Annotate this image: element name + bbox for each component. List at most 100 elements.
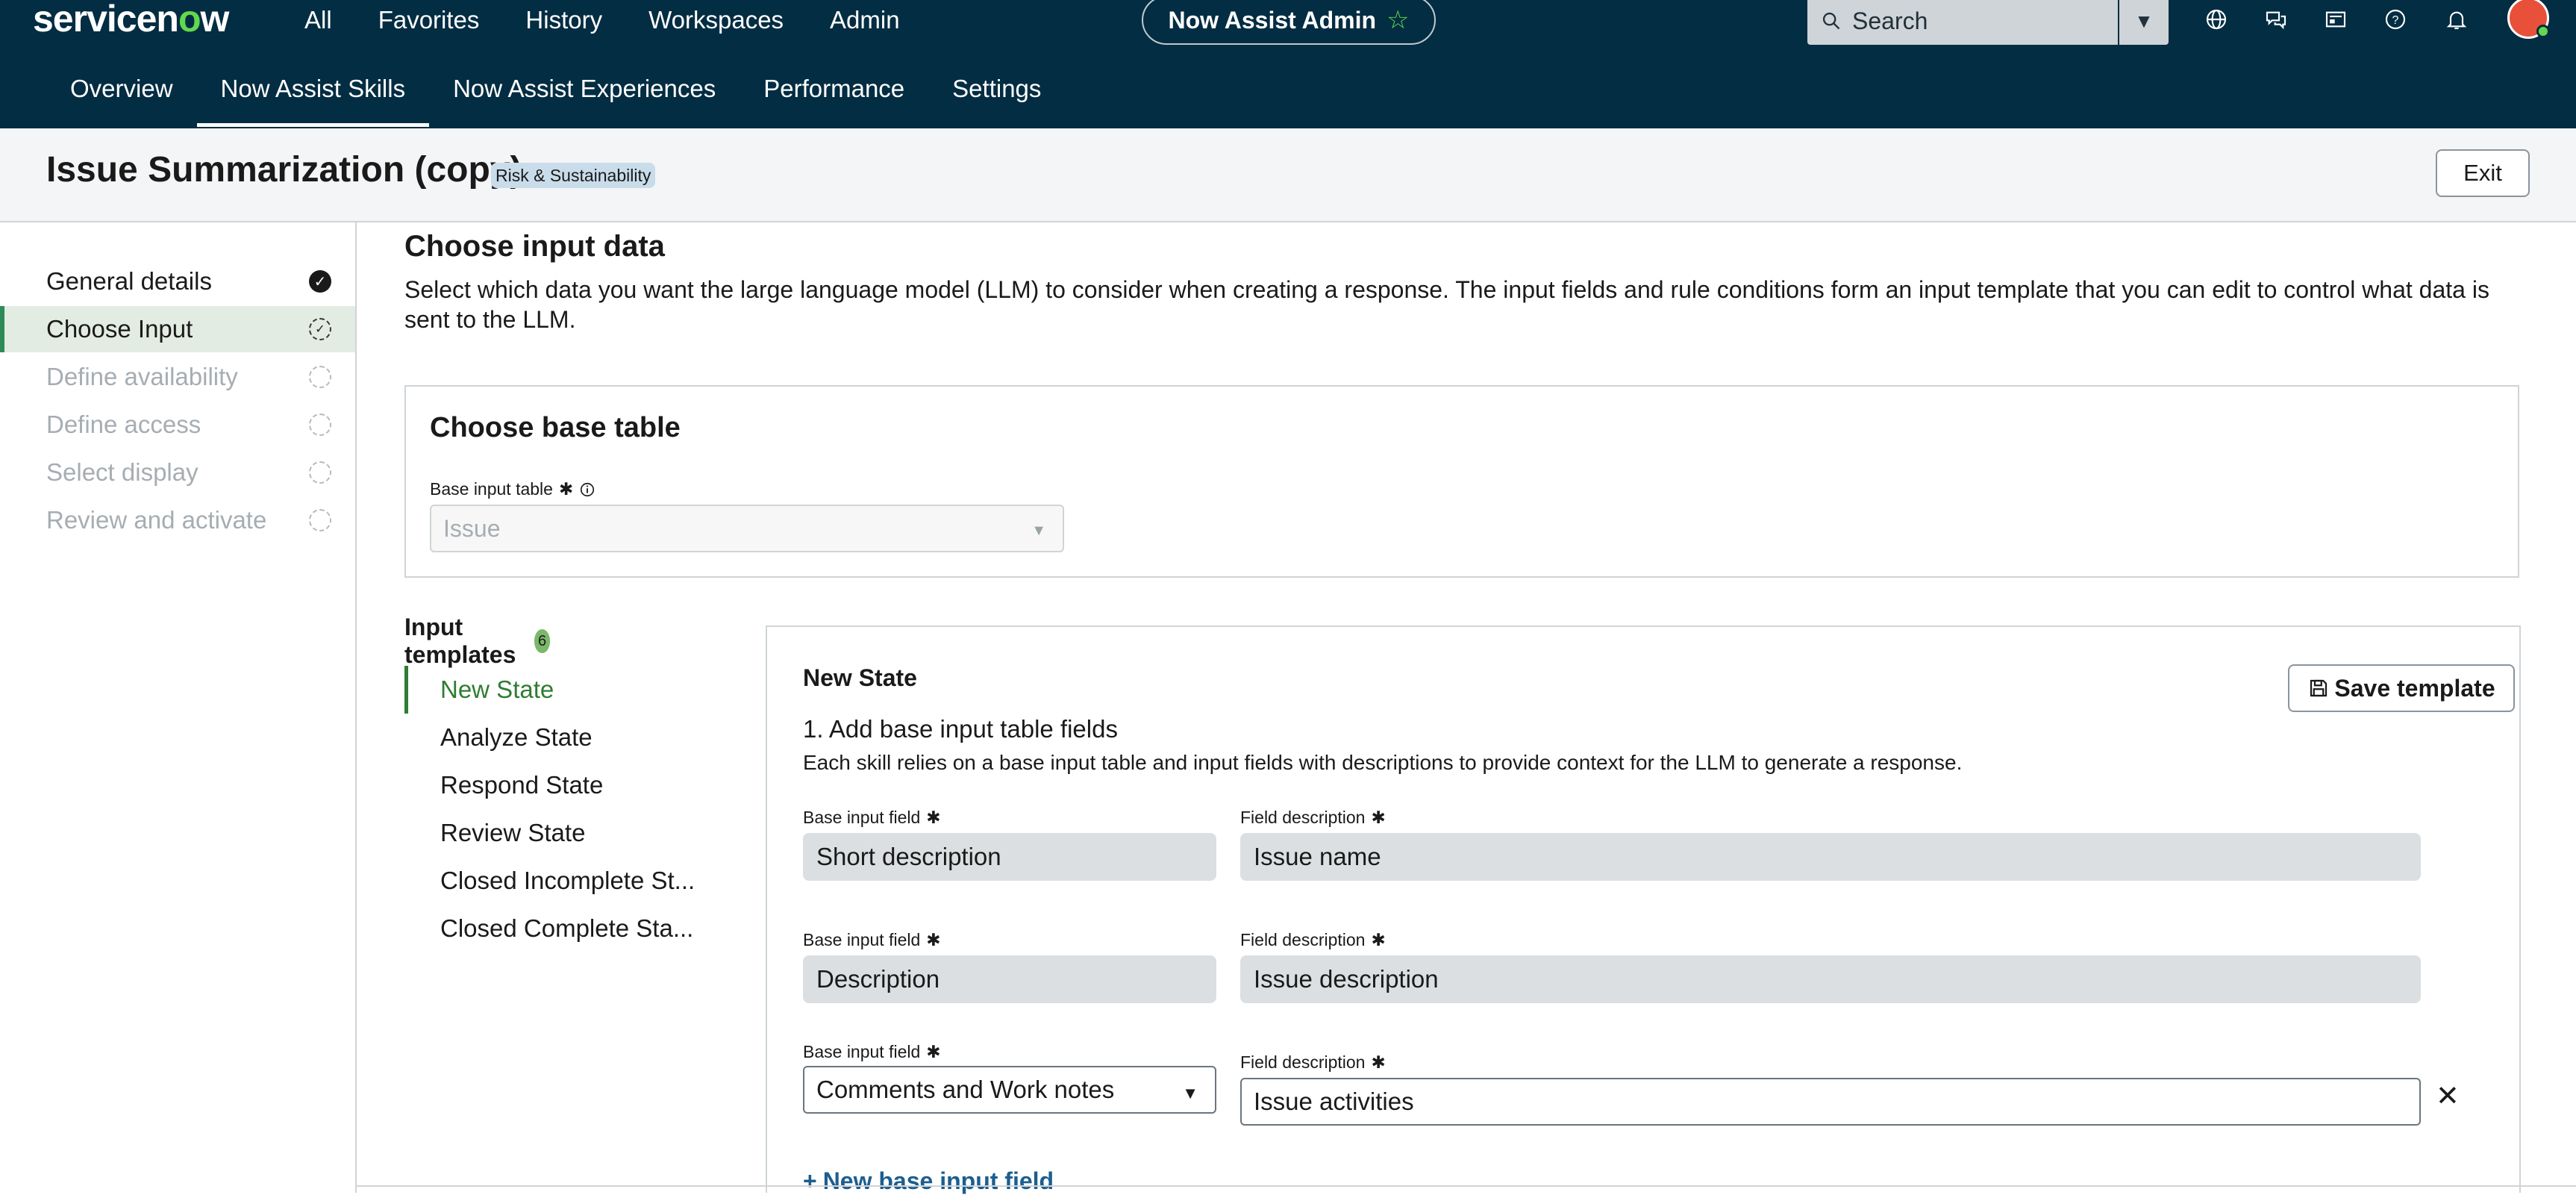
field-description-label: Field description ✱ bbox=[1240, 930, 1386, 949]
save-icon bbox=[2310, 679, 2328, 697]
page-header: Issue Summarization (copy) Risk & Sustai… bbox=[0, 128, 2576, 222]
required-icon: ✱ bbox=[926, 1042, 941, 1061]
help-icon[interactable]: ? bbox=[2380, 4, 2410, 34]
pending-icon bbox=[309, 414, 331, 436]
news-icon[interactable] bbox=[2321, 4, 2351, 34]
base-input-field-value: Comments and Work notes bbox=[816, 1076, 1115, 1103]
step-define-availability: Define availability bbox=[0, 354, 355, 400]
wizard-steps-sidebar: General details ✓ Choose Input ✓ Define … bbox=[0, 222, 357, 1193]
svg-text:?: ? bbox=[2392, 14, 2399, 27]
required-icon: ✱ bbox=[1371, 930, 1386, 949]
step-label: Select display bbox=[46, 458, 198, 486]
base-table-select: Issue ▼ bbox=[430, 505, 1064, 552]
base-input-field: Short description bbox=[803, 833, 1216, 881]
plus-icon: + bbox=[803, 1167, 817, 1194]
required-icon: ✱ bbox=[926, 808, 941, 827]
step-label: Review and activate bbox=[46, 506, 267, 534]
field-description-label: Field description ✱ bbox=[1240, 808, 1386, 827]
search-icon bbox=[1822, 12, 1840, 30]
main-nav: All Favorites History Workspaces Admin bbox=[304, 6, 946, 34]
template-item-respond-state[interactable]: Respond State bbox=[404, 761, 695, 809]
required-icon: ✱ bbox=[558, 479, 574, 499]
step-define-access: Define access bbox=[0, 402, 355, 448]
avatar[interactable] bbox=[2507, 0, 2550, 39]
required-icon: ✱ bbox=[1371, 808, 1386, 827]
step-general-details[interactable]: General details ✓ bbox=[0, 258, 355, 305]
base-input-field-select[interactable]: Comments and Work notes ▼ bbox=[803, 1066, 1216, 1114]
remove-field-button[interactable]: ✕ bbox=[2436, 1079, 2460, 1113]
template-item-new-state[interactable]: New State bbox=[404, 666, 695, 714]
save-template-button[interactable]: Save template bbox=[2288, 664, 2515, 712]
star-icon[interactable]: ☆ bbox=[1387, 5, 1409, 35]
step-description: Each skill relies on a base input table … bbox=[803, 751, 1963, 774]
step-label: General details bbox=[46, 267, 212, 295]
step-heading: 1. Add base input table fields bbox=[803, 715, 1118, 743]
base-table-label: Base input table ✱ bbox=[430, 479, 595, 499]
top-navigation-bar: servicenow All Favorites History Workspa… bbox=[0, 0, 2576, 128]
pending-icon bbox=[309, 509, 331, 531]
field-description-input[interactable]: Issue activities bbox=[1240, 1078, 2421, 1126]
app-title: Now Assist Admin bbox=[1168, 6, 1377, 34]
tab-now-assist-experiences[interactable]: Now Assist Experiences bbox=[453, 75, 716, 127]
step-choose-input[interactable]: Choose Input ✓ bbox=[0, 306, 355, 352]
template-list: New State Analyze State Respond State Re… bbox=[404, 666, 695, 952]
template-item-closed-complete[interactable]: Closed Complete Sta... bbox=[404, 905, 695, 952]
tab-overview[interactable]: Overview bbox=[70, 75, 173, 127]
field-description-input: Issue description bbox=[1240, 955, 2421, 1003]
globe-icon[interactable] bbox=[2201, 4, 2231, 34]
chat-icon[interactable] bbox=[2261, 4, 2291, 34]
nav-favorites[interactable]: Favorites bbox=[378, 6, 480, 34]
template-editor: New State Save template 1. Add base inpu… bbox=[766, 625, 2521, 1195]
field-description-label: Field description ✱ bbox=[1240, 1052, 1386, 1072]
base-input-field: Description bbox=[803, 955, 1216, 1003]
base-input-field-label: Base input field ✱ bbox=[803, 808, 941, 827]
step-label: Define access bbox=[46, 411, 201, 438]
tab-settings[interactable]: Settings bbox=[952, 75, 1041, 127]
exit-button[interactable]: Exit bbox=[2436, 149, 2530, 197]
step-review-and-activate: Review and activate bbox=[0, 497, 355, 543]
base-table-value: Issue bbox=[443, 514, 501, 542]
save-template-label: Save template bbox=[2334, 674, 2495, 702]
servicenow-logo[interactable]: servicenow bbox=[33, 0, 229, 40]
base-table-title: Choose base table bbox=[430, 412, 681, 443]
step-select-display: Select display bbox=[0, 449, 355, 496]
section-title: Choose input data bbox=[404, 230, 665, 263]
app-title-pill[interactable]: Now Assist Admin ☆ bbox=[1142, 0, 1436, 45]
tab-performance[interactable]: Performance bbox=[763, 75, 904, 127]
tab-now-assist-skills[interactable]: Now Assist Skills bbox=[196, 75, 429, 127]
template-item-review-state[interactable]: Review State bbox=[404, 809, 695, 857]
status-dot bbox=[2536, 25, 2550, 38]
field-label: Base input table bbox=[430, 479, 553, 499]
field-description-input: Issue name bbox=[1240, 833, 2421, 881]
app-tabs: Overview Now Assist Skills Now Assist Ex… bbox=[70, 75, 1089, 127]
template-item-closed-incomplete[interactable]: Closed Incomplete St... bbox=[404, 857, 695, 905]
base-input-field-label: Base input field ✱ bbox=[803, 1042, 941, 1061]
close-icon: ✕ bbox=[2436, 1081, 2460, 1112]
bell-icon[interactable] bbox=[2442, 4, 2472, 34]
nav-all[interactable]: All bbox=[304, 6, 332, 34]
chevron-down-icon: ▼ bbox=[1182, 1084, 1198, 1102]
info-icon[interactable] bbox=[579, 481, 595, 498]
nav-workspaces[interactable]: Workspaces bbox=[648, 6, 784, 34]
required-icon: ✱ bbox=[926, 930, 941, 949]
page-title: Issue Summarization (copy) bbox=[46, 150, 522, 190]
in-progress-icon: ✓ bbox=[309, 318, 331, 340]
input-templates-heading: Input templates 6 bbox=[404, 614, 551, 669]
required-icon: ✱ bbox=[1371, 1052, 1386, 1072]
nav-admin[interactable]: Admin bbox=[830, 6, 900, 34]
base-table-card: Choose base table Base input table ✱ Iss… bbox=[404, 385, 2519, 578]
template-title: New State bbox=[803, 664, 917, 691]
input-templates-title: Input templates bbox=[404, 614, 516, 668]
template-item-analyze-state[interactable]: Analyze State bbox=[404, 714, 695, 761]
nav-history[interactable]: History bbox=[525, 6, 602, 34]
chevron-down-icon: ▼ bbox=[1031, 522, 1046, 539]
new-field-label: New base input field bbox=[822, 1167, 1054, 1194]
step-label: Define availability bbox=[46, 363, 238, 390]
search-placeholder: Search bbox=[1852, 7, 1928, 34]
pending-icon bbox=[309, 461, 331, 484]
divider bbox=[357, 1185, 2576, 1187]
search-input[interactable]: Search bbox=[1807, 0, 2118, 45]
search-scope-dropdown[interactable]: ▼ bbox=[2119, 0, 2169, 45]
new-base-input-field-button[interactable]: + New base input field bbox=[803, 1167, 1054, 1195]
base-input-field-label: Base input field ✱ bbox=[803, 930, 941, 949]
